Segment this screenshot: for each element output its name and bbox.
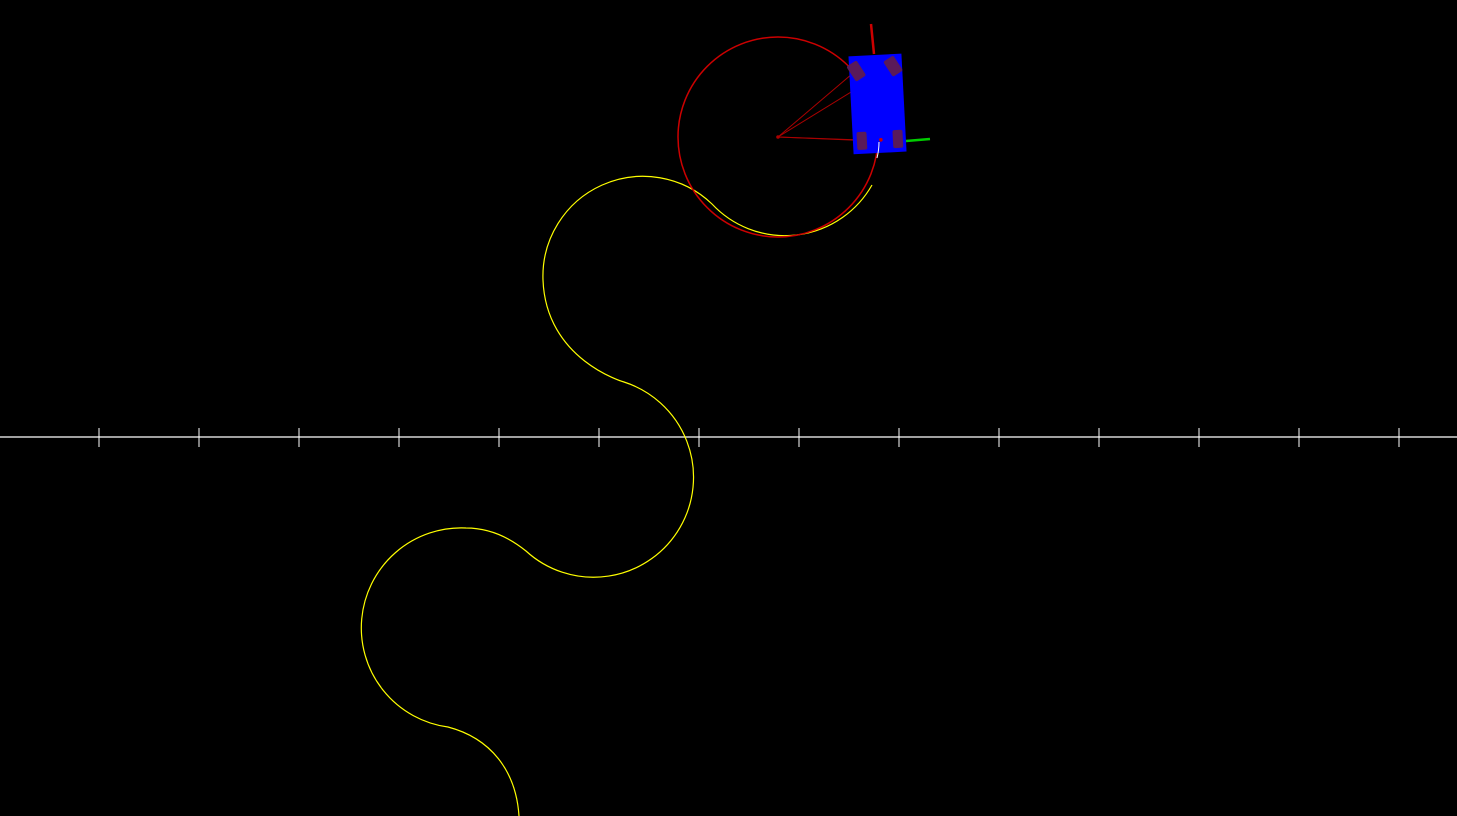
background	[0, 0, 1457, 816]
simulation-canvas	[0, 0, 1457, 816]
wheel-rear-left	[856, 131, 868, 150]
turn-center-marker	[776, 135, 780, 139]
vehicle	[847, 53, 907, 155]
wheel-rear-right	[892, 129, 904, 149]
